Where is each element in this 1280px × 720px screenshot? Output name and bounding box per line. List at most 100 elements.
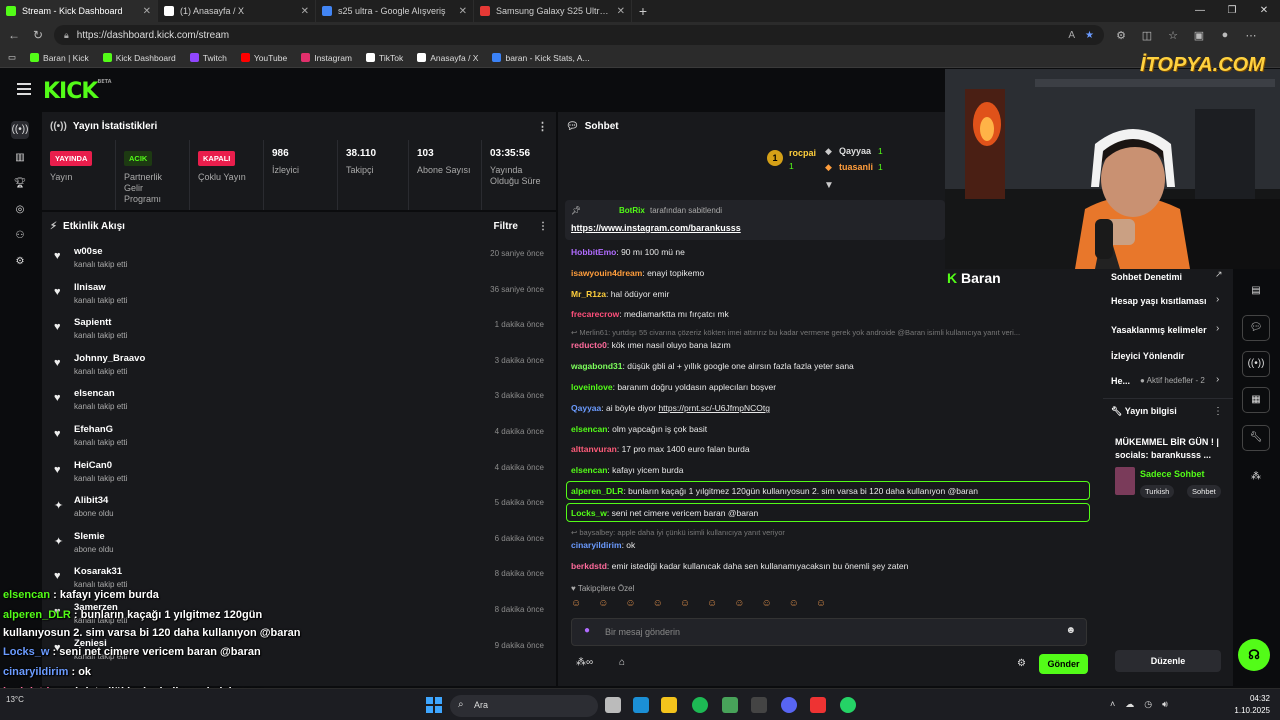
trophy-icon[interactable]: 🏆︎ xyxy=(11,175,29,193)
activity-more-icon[interactable]: ⋮ xyxy=(538,221,548,232)
reply-context[interactable]: ↩ baysalbey: apple daha iyi çünkü isimli… xyxy=(571,528,785,537)
activity-row[interactable]: ♥ EfehanG kanalı takip etti 4 dakika önce xyxy=(42,418,556,454)
chat-username[interactable]: alperen_DLR xyxy=(571,486,623,496)
chat-username[interactable]: reducto0 xyxy=(571,340,607,350)
chat-username[interactable]: loveinlove xyxy=(571,382,613,392)
category-name[interactable]: Sadece Sohbet xyxy=(1140,469,1205,479)
sidebar-toggle-icon[interactable]: ▭ xyxy=(8,52,16,63)
emote-bar[interactable]: ☺☺☺☺☺☺☺☺☺☺ xyxy=(571,598,1091,612)
new-tab-icon[interactable]: + xyxy=(632,0,654,22)
chat-message[interactable]: alttanvuran: 17 pro max 1400 euro falan … xyxy=(571,444,750,454)
chat-message[interactable]: alperen_DLR: bunların kaçağı 1 yılgitmez… xyxy=(571,486,978,496)
chat-username[interactable]: berkdstd xyxy=(571,561,607,571)
bookmark-item[interactable]: Instagram xyxy=(301,53,352,63)
edge-icon[interactable] xyxy=(633,697,649,713)
clock-time[interactable]: 04:32 xyxy=(1236,694,1270,703)
chat-message[interactable]: wagabond31: düşük gbli al + yıllık googl… xyxy=(571,361,854,371)
notes-icon[interactable]: ▤ xyxy=(1242,279,1270,305)
emoji-icon[interactable]: ☻ xyxy=(1065,625,1076,636)
layout-icon[interactable]: ▦ xyxy=(1242,387,1270,413)
chat-message[interactable]: Qayyaa: ai böyle diyor https://prnt.sc/-… xyxy=(571,403,770,413)
tab-close-icon[interactable]: ✕ xyxy=(617,6,625,17)
read-aloud-icon[interactable]: A xyxy=(1068,30,1075,41)
mic-icon[interactable]: ● xyxy=(584,625,590,636)
more-tools-icon[interactable]: ⁂ xyxy=(1242,465,1270,491)
bookmark-item[interactable]: TikTok xyxy=(366,53,403,63)
chat-input[interactable]: ● Bir mesaj gönderin ☻ xyxy=(571,618,1087,646)
bookmark-item[interactable]: YouTube xyxy=(240,53,287,63)
file-explorer-icon[interactable] xyxy=(661,697,677,713)
chat-message[interactable]: elsencan: olm yapcağın iş çok basit xyxy=(571,424,707,434)
chat-username[interactable]: cinaryildirim xyxy=(571,540,622,550)
bookmark-item[interactable]: Twitch xyxy=(189,53,227,63)
tab-close-icon[interactable]: ✕ xyxy=(301,6,309,17)
maximize-icon[interactable]: ❐ xyxy=(1216,0,1248,22)
chat-message[interactable]: frecarecrow: mediamarktta mı fırçatcı mk xyxy=(571,309,729,319)
pinned-message[interactable]: 📌︎ BotRix tarafından sabitlendi https://… xyxy=(565,200,945,240)
url-field[interactable]: 🔒︎ https://dashboard.kick.com/stream A ★ xyxy=(54,25,1104,45)
bookmark-item[interactable]: Baran | Kick xyxy=(30,53,89,63)
browser-tab[interactable]: Samsung Galaxy S25 Ultra 512 GB ✕ xyxy=(474,0,632,22)
chat-message[interactable]: isawyouin4dream: enayi topikemo xyxy=(571,268,704,278)
favorite-star-icon[interactable]: ★ xyxy=(1085,30,1094,41)
close-window-icon[interactable]: ✕ xyxy=(1248,0,1280,22)
bookmark-item[interactable]: baran - Kick Stats, A... xyxy=(492,53,590,63)
activity-row[interactable]: ♥ llnisaw kanalı takip etti 36 saniye önce xyxy=(42,276,556,312)
top-gifter-2-name[interactable]: Qayyaa xyxy=(839,146,871,156)
activity-row[interactable]: ✦ Slemie abone oldu 6 dakika önce xyxy=(42,525,556,561)
store-icon[interactable]: ⌂ xyxy=(619,657,625,668)
activity-row[interactable]: ♥ w00se kanalı takip etti 20 saniye önce xyxy=(42,240,556,276)
tab-close-icon[interactable]: ✕ xyxy=(143,6,151,17)
app-icon[interactable] xyxy=(751,697,767,713)
account-age-restriction[interactable]: Hesap yaşı kısıtlaması xyxy=(1111,296,1207,306)
pinned-link[interactable]: https://www.instagram.com/barankusss xyxy=(571,223,741,233)
chat-username[interactable]: Locks_w xyxy=(571,508,607,518)
moderation-icon[interactable]: ◎ xyxy=(11,201,29,219)
analytics-icon[interactable]: ▥ xyxy=(11,149,29,167)
browser-tab[interactable]: Stream - Kick Dashboard ✕ xyxy=(0,0,158,22)
windows-start-icon[interactable] xyxy=(426,697,442,713)
send-button[interactable]: Gönder xyxy=(1039,654,1088,674)
chat-settings-gear-icon[interactable]: ⚙ xyxy=(1017,658,1026,669)
spotify-icon[interactable] xyxy=(692,697,708,713)
chat-message[interactable]: Mr_R1za: hal ödüyor emir xyxy=(571,289,669,299)
tag-turkish[interactable]: Turkish xyxy=(1140,485,1175,498)
chat-toggle-icon[interactable]: 💬︎ xyxy=(1242,315,1270,341)
activity-row[interactable]: ♥ Sapientt kanalı takip etti 1 dakika önce xyxy=(42,311,556,347)
browser-tab[interactable]: (1) Anasayfa / X ✕ xyxy=(158,0,316,22)
browser-tab[interactable]: s25 ultra - Google Alışveriş ✕ xyxy=(316,0,474,22)
top-gifter-3-name[interactable]: tuasanli xyxy=(839,162,873,172)
profile-avatar[interactable]: ● xyxy=(1216,29,1234,41)
activity-row[interactable]: ♥ Johnny_Braavo kanalı takip etti 3 dakika … xyxy=(42,347,556,383)
more-menu-icon[interactable]: ⋯ xyxy=(1242,29,1260,42)
chat-message[interactable]: HobbitEmo: 90 mı 100 mü ne xyxy=(571,247,685,257)
expand-gifters-icon[interactable]: ▼ xyxy=(824,180,834,191)
goals-item[interactable]: He... xyxy=(1111,376,1130,386)
chat-message[interactable]: reducto0: kök ımeı nasıl oluyo bana lazı… xyxy=(571,340,731,350)
app-icon[interactable] xyxy=(722,697,738,713)
chat-username[interactable]: elsencan xyxy=(571,465,607,475)
tools-icon[interactable]: 🔧︎ xyxy=(1242,425,1270,451)
bookmark-item[interactable]: Kick Dashboard xyxy=(102,53,176,63)
broadcast-toggle-icon[interactable]: ((•)) xyxy=(1242,351,1270,377)
stats-more-icon[interactable]: ⋮ xyxy=(537,120,548,133)
edit-button[interactable]: Düzenle xyxy=(1115,650,1221,672)
back-icon[interactable]: ← xyxy=(6,28,22,42)
chat-message[interactable]: berkdstd: emir istediği kadar kullanıcak… xyxy=(571,561,908,571)
popout-icon[interactable]: ↗ xyxy=(1215,269,1223,280)
reply-context[interactable]: ↩ Merlin61: yurtdışı 55 civarına çözeriz… xyxy=(571,328,1020,337)
whatsapp-icon[interactable] xyxy=(840,697,856,713)
viewer-redirect[interactable]: İzleyici Yönlendir xyxy=(1111,351,1184,361)
extensions-icon[interactable]: ⚙ xyxy=(1112,29,1130,42)
app-icon[interactable] xyxy=(810,697,826,713)
chat-username[interactable]: elsencan xyxy=(571,424,607,434)
chat-username[interactable]: alttanvuran xyxy=(571,444,617,454)
system-tray[interactable]: ˄☁◷🔊︎ xyxy=(1110,699,1178,710)
chat-username[interactable]: isawyouin4dream xyxy=(571,268,642,278)
tag-sohbet[interactable]: Sohbet xyxy=(1187,485,1221,498)
stream-icon[interactable]: ((•)) xyxy=(11,121,29,139)
minimize-icon[interactable]: — xyxy=(1184,0,1216,22)
clock-date[interactable]: 1.10.2025 xyxy=(1226,706,1270,715)
collections-icon[interactable]: ▣ xyxy=(1190,29,1208,42)
help-chat-button[interactable]: ☊ xyxy=(1238,639,1270,671)
